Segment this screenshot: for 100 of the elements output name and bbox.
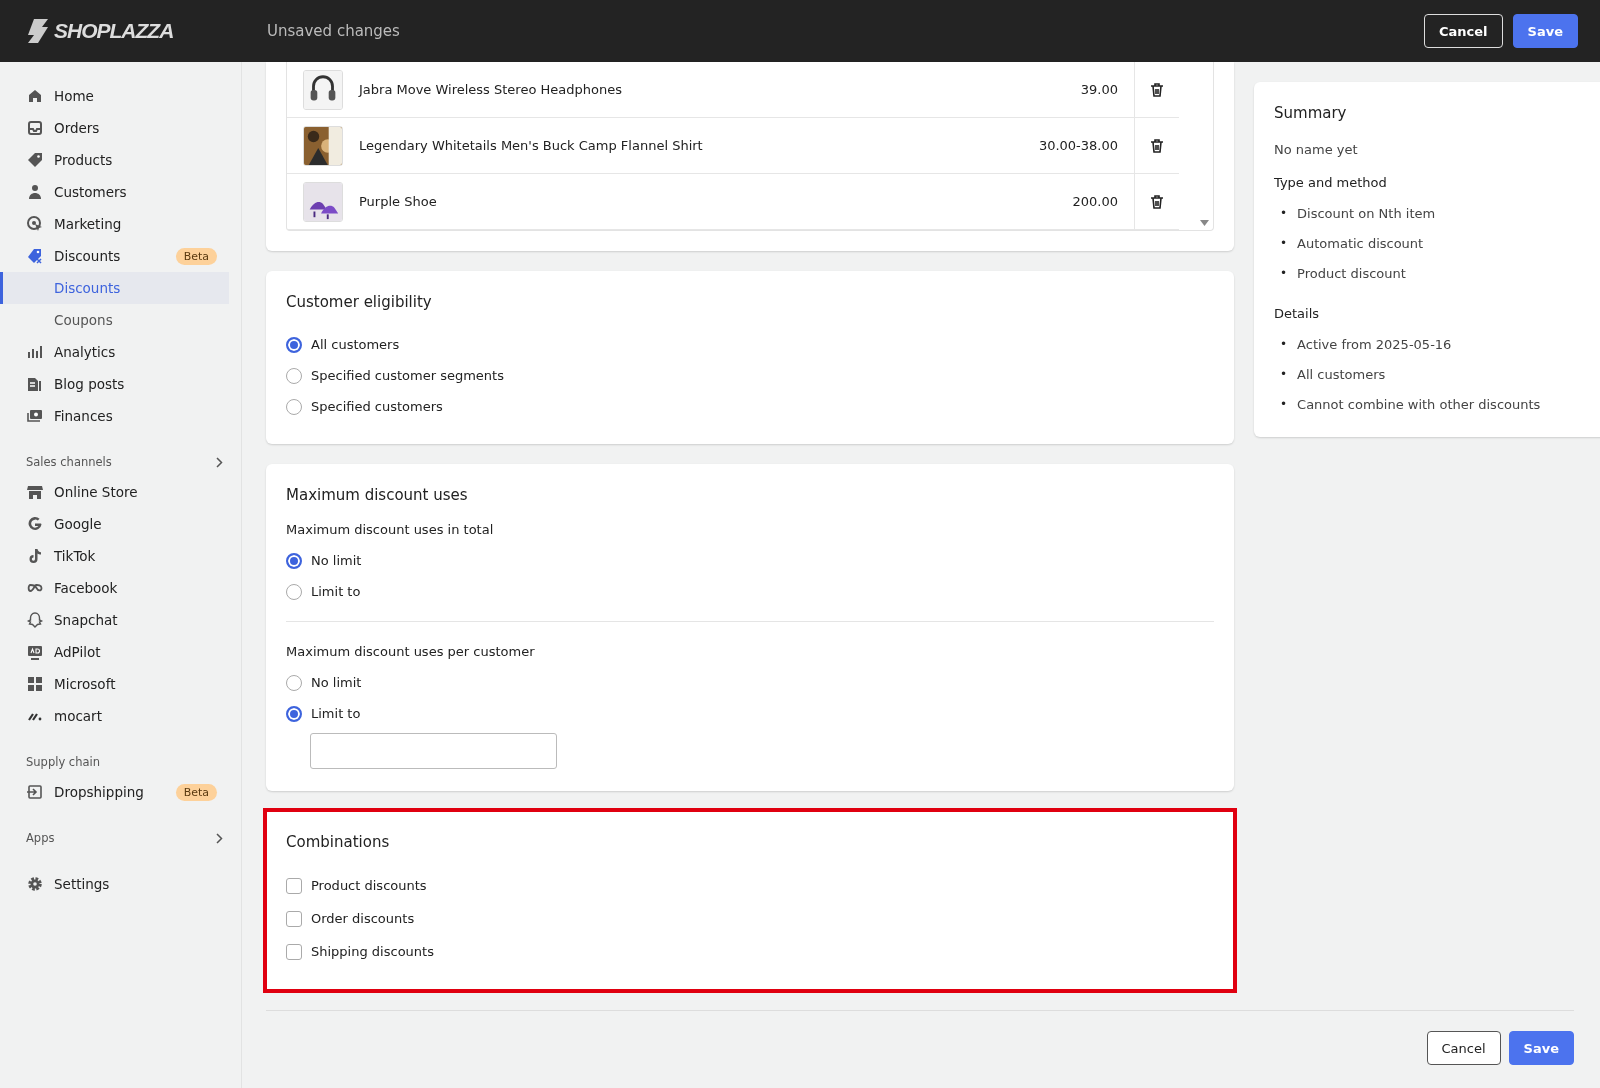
tag-icon bbox=[26, 247, 44, 265]
page-title: Unsaved changes bbox=[267, 22, 401, 40]
monitor-icon bbox=[26, 643, 44, 661]
trash-icon[interactable] bbox=[1150, 194, 1164, 209]
logo: SHOPLAZZA bbox=[54, 19, 174, 43]
input-field[interactable] bbox=[310, 733, 557, 769]
product-price: 200.00 bbox=[1071, 194, 1119, 209]
section-heading: Apps bbox=[26, 831, 55, 845]
ghost-icon bbox=[26, 611, 44, 629]
summary-heading: Type and method bbox=[1274, 175, 1388, 190]
sidebar-subitem[interactable]: Discounts bbox=[0, 272, 229, 304]
sidebar-item[interactable]: Blog posts bbox=[10, 368, 229, 400]
checkbox[interactable] bbox=[286, 877, 302, 894]
sidebar-item[interactable]: Products bbox=[10, 144, 229, 176]
summary-item: All customers bbox=[1297, 366, 1386, 382]
checkbox-label: Product discounts bbox=[311, 878, 427, 893]
card-title: Maximum discount uses bbox=[286, 486, 469, 504]
sidebar-item[interactable]: Google bbox=[10, 508, 229, 540]
radio-button[interactable] bbox=[286, 552, 302, 569]
sidebar-item[interactable]: Facebook bbox=[10, 572, 229, 604]
person-icon bbox=[26, 183, 44, 201]
banknote-icon bbox=[26, 407, 44, 425]
radio-label: Specified customer segments bbox=[311, 368, 504, 383]
product-name: Purple Shoe bbox=[359, 194, 438, 209]
section-heading: Sales channels bbox=[26, 455, 112, 469]
radio-button[interactable] bbox=[286, 398, 302, 415]
import-icon bbox=[26, 783, 44, 801]
cancel-button[interactable]: Cancel bbox=[1424, 14, 1503, 48]
radio-button[interactable] bbox=[286, 367, 302, 384]
checkbox[interactable] bbox=[286, 910, 302, 927]
sidebar-item[interactable]: Orders bbox=[10, 112, 229, 144]
checkbox-label: Shipping discounts bbox=[311, 944, 434, 959]
bullet: • bbox=[1280, 236, 1288, 250]
sidebar-item[interactable]: Marketing bbox=[10, 208, 229, 240]
radio-button[interactable] bbox=[286, 674, 302, 691]
sidebar-item[interactable]: Online Store bbox=[10, 476, 229, 508]
radio-label: No limit bbox=[311, 675, 362, 690]
sidebar-item[interactable]: mocart bbox=[10, 700, 229, 732]
bullet: • bbox=[1280, 367, 1288, 381]
g-letter-icon bbox=[26, 515, 44, 533]
sidebar-item[interactable]: Settings bbox=[10, 868, 229, 900]
product-name: Jabra Move Wireless Stereo Headphones bbox=[359, 82, 623, 97]
storefront-icon bbox=[26, 483, 44, 501]
target-icon bbox=[26, 215, 44, 233]
bullet: • bbox=[1280, 206, 1288, 220]
chevron-icon[interactable] bbox=[216, 456, 223, 468]
grid-icon bbox=[26, 675, 44, 693]
sidebar-item[interactable]: Snapchat bbox=[10, 604, 229, 636]
summary-heading: Details bbox=[1274, 306, 1321, 321]
group-label: Maximum discount uses in total bbox=[286, 522, 495, 537]
summary-item: Cannot combine with other discounts bbox=[1297, 396, 1541, 412]
settings-icon bbox=[26, 875, 44, 893]
sidebar-item[interactable]: Finances bbox=[10, 400, 229, 432]
sidebar-item[interactable]: Microsoft bbox=[10, 668, 229, 700]
trash-icon[interactable] bbox=[1150, 82, 1164, 97]
tag-icon bbox=[26, 151, 44, 169]
home-icon bbox=[26, 87, 44, 105]
bar-chart-icon bbox=[26, 343, 44, 361]
summary-item: Automatic discount bbox=[1297, 235, 1424, 251]
card-title: Summary bbox=[1274, 104, 1348, 122]
beta-badge: Beta bbox=[175, 247, 217, 265]
sidebar-item[interactable]: Dropshipping Beta bbox=[10, 776, 229, 808]
sidebar-item[interactable]: Analytics bbox=[10, 336, 229, 368]
sidebar-item[interactable]: Home bbox=[10, 80, 229, 112]
summary-item: Discount on Nth item bbox=[1297, 205, 1436, 221]
product-price: 39.00 bbox=[1079, 82, 1119, 97]
document-icon bbox=[26, 375, 44, 393]
radio-button[interactable] bbox=[286, 336, 302, 353]
section-heading: Supply chain bbox=[26, 755, 100, 769]
save-button[interactable]: Save bbox=[1512, 14, 1578, 48]
radio-button[interactable] bbox=[286, 583, 302, 600]
chevron-icon[interactable] bbox=[216, 832, 223, 844]
sidebar-item[interactable]: AdPilot bbox=[10, 636, 229, 668]
sidebar-item[interactable]: TikTok bbox=[10, 540, 229, 572]
sidebar-item[interactable]: Discounts Beta bbox=[10, 240, 229, 272]
bullet: • bbox=[1280, 397, 1288, 411]
save-button[interactable]: Save bbox=[1508, 1031, 1574, 1065]
checkbox[interactable] bbox=[286, 943, 302, 960]
bullet: • bbox=[1280, 337, 1288, 351]
inbox-icon bbox=[26, 119, 44, 137]
cancel-button[interactable]: Cancel bbox=[1426, 1031, 1501, 1065]
radio-label: Specified customers bbox=[311, 399, 443, 414]
radio-label: Limit to bbox=[311, 584, 361, 599]
group-label: Maximum discount uses per customer bbox=[286, 644, 536, 659]
radio-button[interactable] bbox=[286, 705, 302, 722]
checkbox-label: Order discounts bbox=[311, 911, 415, 926]
bullet: • bbox=[1280, 266, 1288, 280]
sidebar-item[interactable]: Customers bbox=[10, 176, 229, 208]
card-title: Customer eligibility bbox=[286, 293, 433, 311]
summary-item: Product discount bbox=[1297, 265, 1406, 281]
summary-text: No name yet bbox=[1274, 142, 1359, 157]
beta-badge: Beta bbox=[175, 783, 217, 801]
product-price: 30.00-38.00 bbox=[1037, 138, 1119, 153]
radio-label: Limit to bbox=[311, 706, 361, 721]
radio-label: All customers bbox=[311, 337, 400, 352]
logo-icon bbox=[26, 18, 50, 44]
scroll-arrow-icon[interactable] bbox=[1200, 220, 1209, 226]
trash-icon[interactable] bbox=[1150, 138, 1164, 153]
card-title: Combinations bbox=[286, 833, 391, 851]
sidebar-subitem[interactable]: Coupons bbox=[10, 304, 229, 336]
